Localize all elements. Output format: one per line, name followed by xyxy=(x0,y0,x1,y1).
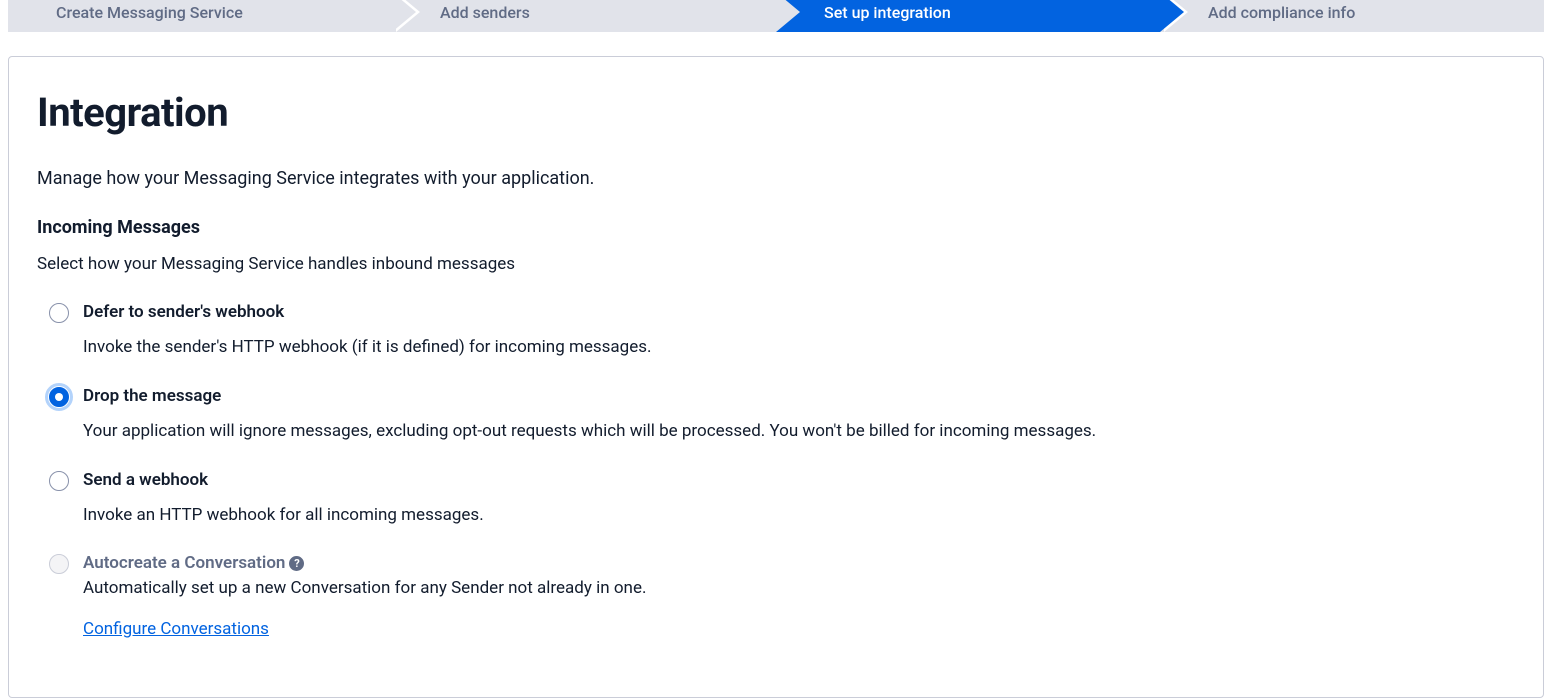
option-desc: Automatically set up a new Conversation … xyxy=(83,577,1515,601)
option-label: Defer to sender's webhook xyxy=(83,302,284,322)
option-desc: Invoke the sender's HTTP webhook (if it … xyxy=(83,336,1515,360)
step-set-up-integration[interactable]: Set up integration xyxy=(776,0,1160,32)
option-autocreate-conversation: Autocreate a Conversation ? Automaticall… xyxy=(37,545,1515,657)
option-desc: Your application will ignore messages, e… xyxy=(83,420,1515,444)
radio-autocreate-conversation xyxy=(49,554,69,574)
step-add-senders[interactable]: Add senders xyxy=(392,0,776,32)
option-desc: Invoke an HTTP webhook for all incoming … xyxy=(83,504,1515,528)
option-label: Send a webhook xyxy=(83,470,208,490)
section-intro: Select how your Messaging Service handle… xyxy=(37,254,1515,274)
step-create-messaging-service[interactable]: Create Messaging Service xyxy=(8,0,392,32)
wizard-stepper: Create Messaging Service Add senders Set… xyxy=(8,0,1544,32)
radio-drop-message[interactable] xyxy=(49,387,69,407)
help-icon[interactable]: ? xyxy=(289,556,304,571)
step-label: Create Messaging Service xyxy=(56,3,243,22)
section-heading: Incoming Messages xyxy=(37,217,1515,238)
option-drop-message[interactable]: Drop the message Your application will i… xyxy=(37,378,1515,462)
step-label: Add compliance info xyxy=(1208,3,1355,22)
page-intro: Manage how your Messaging Service integr… xyxy=(37,168,1515,189)
integration-card: Integration Manage how your Messaging Se… xyxy=(8,56,1544,698)
configure-conversations-link[interactable]: Configure Conversations xyxy=(83,619,269,639)
page-title: Integration xyxy=(37,89,1515,136)
radio-defer-webhook[interactable] xyxy=(49,303,69,323)
option-label: Autocreate a Conversation ? xyxy=(83,553,304,573)
option-label: Drop the message xyxy=(83,386,221,406)
step-label: Add senders xyxy=(440,3,530,22)
radio-send-webhook[interactable] xyxy=(49,471,69,491)
step-add-compliance-info[interactable]: Add compliance info xyxy=(1160,0,1544,32)
step-label: Set up integration xyxy=(824,3,951,22)
option-defer-webhook[interactable]: Defer to sender's webhook Invoke the sen… xyxy=(37,294,1515,378)
option-label-text: Autocreate a Conversation xyxy=(83,553,285,573)
option-send-webhook[interactable]: Send a webhook Invoke an HTTP webhook fo… xyxy=(37,462,1515,546)
